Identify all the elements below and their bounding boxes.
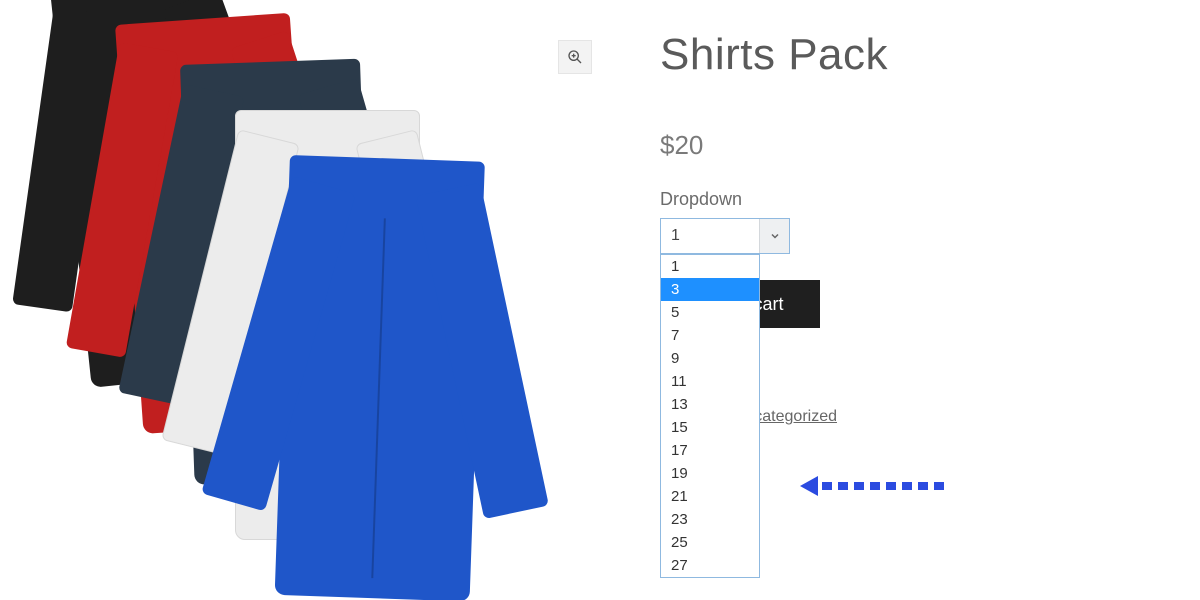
quantity-option[interactable]: 11 [661,370,759,393]
product-image-panel [0,0,600,600]
quantity-dropdown-list[interactable]: 13579111315171921232527 [660,254,760,578]
quantity-option[interactable]: 15 [661,416,759,439]
product-details-panel: Shirts Pack $20 Dropdown 1 1357911131517… [600,0,1200,600]
quantity-selected-value: 1 [661,227,759,245]
quantity-dropdown-label: Dropdown [660,189,1200,210]
quantity-option[interactable]: 23 [661,508,759,531]
annotation-arrow [800,476,950,496]
product-page: Shirts Pack $20 Dropdown 1 1357911131517… [0,0,1200,600]
quantity-dropdown-display[interactable]: 1 [660,218,790,254]
quantity-option[interactable]: 9 [661,347,759,370]
arrow-left-icon [800,476,818,496]
quantity-option[interactable]: 13 [661,393,759,416]
quantity-option[interactable]: 1 [661,255,759,278]
quantity-option[interactable]: 3 [661,278,759,301]
product-price: $20 [660,130,1200,161]
zoom-icon-button[interactable] [558,40,592,74]
quantity-dropdown[interactable]: 1 13579111315171921232527 [660,218,790,254]
magnify-plus-icon [567,49,583,65]
quantity-option[interactable]: 21 [661,485,759,508]
quantity-option[interactable]: 19 [661,462,759,485]
quantity-option[interactable]: 7 [661,324,759,347]
quantity-option[interactable]: 5 [661,301,759,324]
chevron-down-icon [759,219,789,253]
quantity-option[interactable]: 25 [661,531,759,554]
quantity-option[interactable]: 17 [661,439,759,462]
quantity-option[interactable]: 27 [661,554,759,577]
product-title: Shirts Pack [660,30,1200,80]
